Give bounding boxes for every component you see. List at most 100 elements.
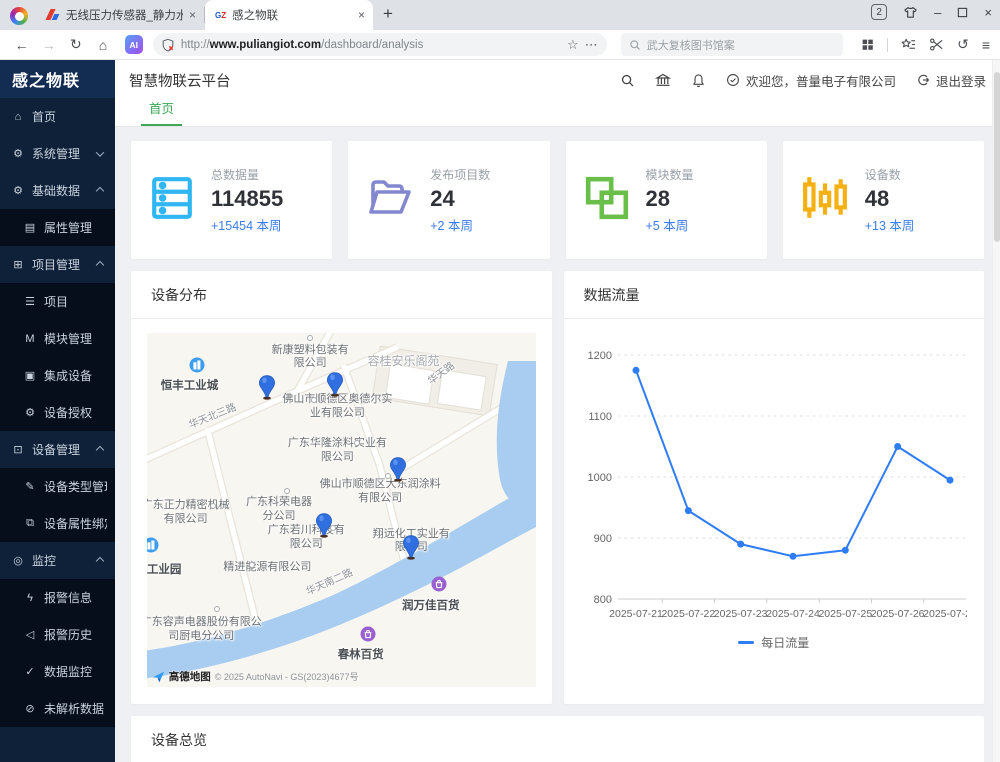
minimize-button[interactable]: – [934, 5, 941, 20]
sidebar-item-6[interactable]: M模块管理 [0, 320, 115, 357]
flow-chart: 8009001000110012002025-07-212025-07-2220… [578, 327, 967, 627]
blocks-icon: ⊞ [10, 258, 26, 271]
sidebar-item-5[interactable]: ☰项目 [0, 283, 115, 320]
favorites-list-icon[interactable] [901, 37, 916, 52]
stat-delta: +5 本周 [646, 215, 694, 234]
stat-delta: +15454 本周 [211, 215, 283, 234]
forward-button[interactable]: → [37, 37, 60, 53]
close-window-button[interactable]: × [984, 5, 992, 20]
page-scrollbar[interactable] [992, 60, 1000, 762]
search-placeholder: 武大复核图书馆案 [647, 37, 735, 53]
map-overlays: 新康塑料包装有限公司容桂安乐阁苑恒丰工业城华天北三路佛山市顺德区奥德尔实业有限公… [147, 333, 536, 687]
svg-text:2025-07-25: 2025-07-25 [818, 608, 872, 620]
sidebar-item-15[interactable]: ✓数据监控 [0, 653, 115, 690]
map-pin-4[interactable] [403, 535, 420, 560]
map-pin-1[interactable] [327, 372, 344, 397]
sidebar: 感之物联 ⌂首页⚙系统管理⚙基础数据▤属性管理⊞项目管理☰项目M模块管理▣集成设… [0, 60, 115, 762]
sidebar-item-14[interactable]: ◁报警历史 [0, 616, 115, 653]
sidebar-item-4[interactable]: ⊞项目管理 [0, 246, 115, 283]
sidebar-item-13[interactable]: ϟ报警信息 [0, 579, 115, 616]
stat-card-3: 设备数48+13 本周 [783, 141, 984, 259]
map-panel-title: 设备分布 [131, 271, 552, 319]
sidebar-item-8[interactable]: ⚙设备授权 [0, 394, 115, 431]
user-check-icon [726, 73, 740, 87]
candlestick-icon [801, 175, 849, 226]
url-text: http://www.puliangiot.com/dashboard/anal… [181, 39, 561, 51]
device-overview-panel: 设备总览 [131, 716, 984, 762]
chevron-up-icon [96, 186, 104, 194]
logout-icon [916, 73, 930, 87]
address-more-icon[interactable]: ⋯ [585, 37, 599, 53]
maximize-button[interactable] [957, 7, 968, 18]
sidebar-item-12[interactable]: ◎监控 [0, 542, 115, 579]
browser-logo-icon[interactable] [10, 7, 28, 25]
device-map[interactable]: 新康塑料包装有限公司容桂安乐阁苑恒丰工业城华天北三路佛山市顺德区奥德尔实业有限公… [147, 333, 536, 687]
sidebar-item-11[interactable]: ⧉设备属性绑定 [0, 505, 115, 542]
header-bell-icon[interactable] [691, 73, 706, 88]
map-label-15: 润万佳百货 [402, 599, 460, 613]
map-label-13: 精进能源有限公司 [223, 561, 311, 575]
device-distribution-panel: 设备分布 [131, 271, 552, 704]
browser-window: 无线压力传感器_静力水准仪_ × GZ 感之物联 × + 2 – × ← → ↻… [0, 0, 1000, 762]
browser-search-box[interactable]: 武大复核图书馆案 [621, 33, 843, 56]
svg-text:2025-07-24: 2025-07-24 [766, 608, 820, 620]
ai-assistant-button[interactable]: AI [125, 35, 143, 54]
alarm-history-icon: ◁ [22, 628, 38, 641]
map-pin-0[interactable] [259, 375, 276, 400]
map-label-8: 广东科荣电器分公司 [243, 496, 315, 524]
tab1-favicon [46, 8, 60, 22]
browser-tab-2[interactable]: GZ 感之物联 × [205, 0, 373, 30]
database-icon [149, 175, 195, 226]
app-header: 智慧物联云平台 欢迎您，普量电子有限公司 退出登录 [115, 60, 1000, 100]
apps-grid-icon[interactable] [861, 38, 874, 51]
svg-text:800: 800 [593, 594, 611, 606]
new-tab-button[interactable]: + [383, 4, 393, 24]
stat-delta: +13 本周 [865, 215, 915, 234]
sidebar-item-3[interactable]: ▤属性管理 [0, 209, 115, 246]
sidebar-item-16[interactable]: ⊘未解析数据 [0, 690, 115, 727]
back-button[interactable]: ← [10, 37, 33, 53]
browser-tab-1[interactable]: 无线压力传感器_静力水准仪_ × [36, 0, 204, 30]
toolbar-separator [887, 38, 888, 52]
map-label-3: 华天北三路 [187, 402, 238, 432]
browser-menu-icon[interactable]: ≡ [982, 37, 990, 53]
chart-legend[interactable]: 每日流量 [578, 634, 971, 651]
app-logo: 感之物联 [0, 60, 115, 98]
bookmark-star-icon[interactable]: ☆ [567, 37, 579, 53]
gear-icon: ⚙ [10, 147, 26, 160]
header-search-icon[interactable] [620, 73, 635, 88]
reload-button[interactable]: ↻ [64, 36, 87, 53]
module-icon: M [22, 333, 38, 345]
map-label-2: 恒丰工业城 [161, 379, 219, 393]
scrollbar-thumb[interactable] [994, 72, 1000, 242]
folder-icon [366, 176, 414, 225]
home-button[interactable]: ⌂ [91, 37, 114, 53]
tab1-close-icon[interactable]: × [189, 8, 196, 22]
map-pin-2[interactable] [389, 457, 406, 482]
screenshot-scissors-icon[interactable] [929, 37, 944, 52]
window-count-badge[interactable]: 2 [871, 4, 887, 20]
header-bank-icon[interactable] [655, 72, 671, 88]
address-bar[interactable]: http://www.puliangiot.com/dashboard/anal… [153, 33, 607, 56]
map-label-7: 佛山市顺德区大东润涂料有限公司 [318, 478, 442, 506]
user-welcome[interactable]: 欢迎您，普量电子有限公司 [726, 71, 896, 90]
map-pin-3[interactable] [315, 513, 332, 538]
site-security-shield-icon[interactable] [161, 38, 175, 52]
tab2-close-icon[interactable]: × [358, 8, 365, 22]
theme-shirt-icon[interactable] [903, 5, 918, 20]
legend-line-icon [738, 641, 754, 644]
sidebar-item-0[interactable]: ⌂首页 [0, 98, 115, 135]
stat-value: 24 [430, 186, 490, 212]
sidebar-item-1[interactable]: ⚙系统管理 [0, 135, 115, 172]
undo-close-tab-icon[interactable]: ↺ [957, 36, 969, 53]
map-poi-dot [214, 606, 220, 612]
tab-home[interactable]: 首页 [141, 98, 182, 126]
logout-button[interactable]: 退出登录 [916, 71, 986, 90]
alarm-icon: ϟ [22, 592, 38, 604]
sidebar-item-2[interactable]: ⚙基础数据 [0, 172, 115, 209]
sidebar-item-7[interactable]: ▣集成设备 [0, 357, 115, 394]
tab1-title: 无线压力传感器_静力水准仪_ [66, 7, 183, 23]
map-label-5: 华天路 [427, 361, 459, 389]
sidebar-item-10[interactable]: ✎设备类型管理 [0, 468, 115, 505]
sidebar-item-9[interactable]: ⊡设备管理 [0, 431, 115, 468]
